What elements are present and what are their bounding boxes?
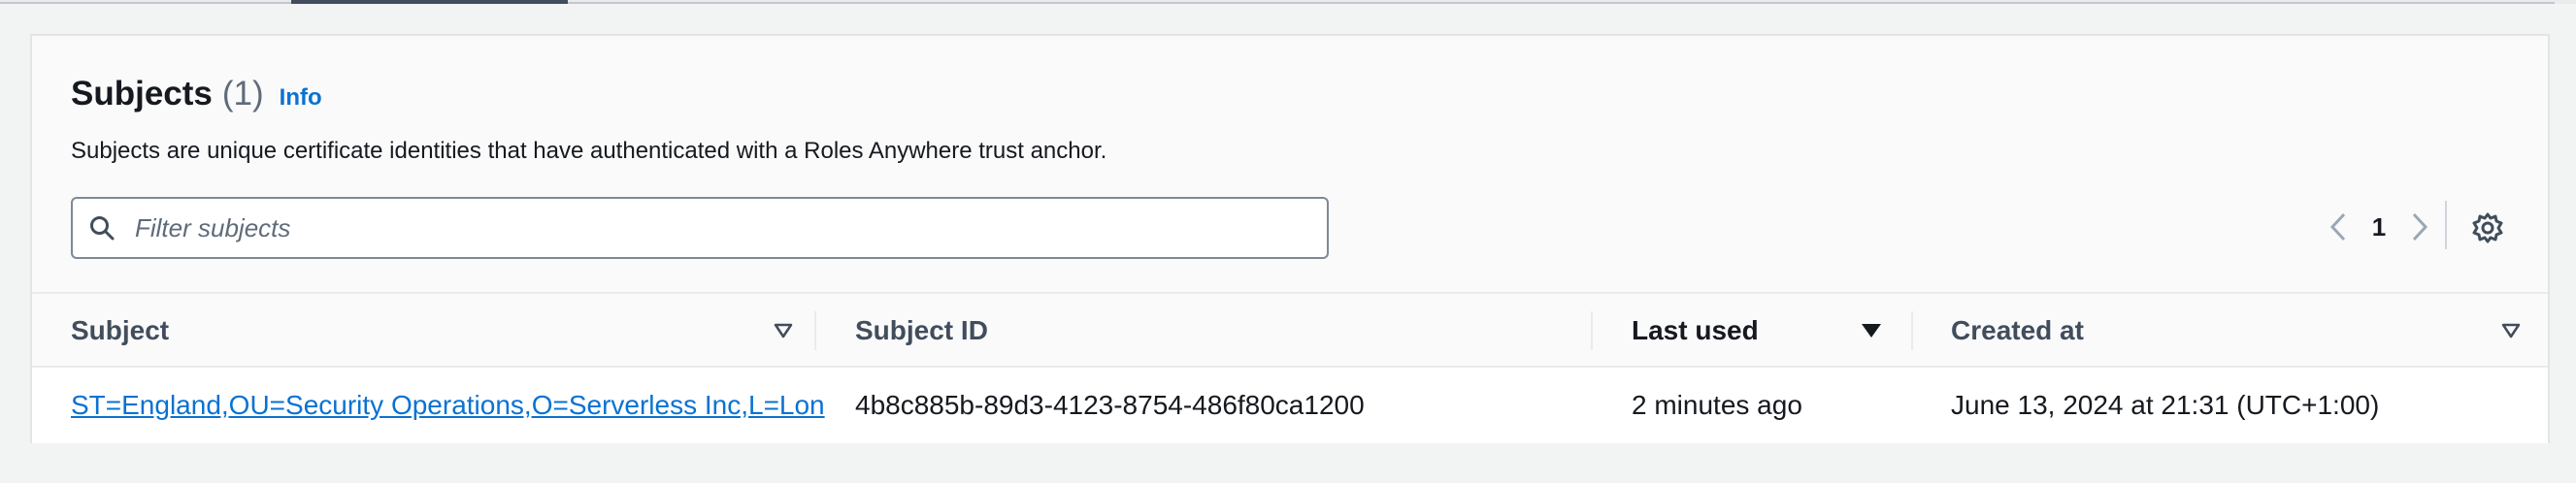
caret-down-outline-icon[interactable] [2501,294,2521,368]
column-resizer[interactable] [814,311,816,350]
toolbar-divider [2445,201,2447,249]
active-tab-indicator [291,0,568,4]
cell-subject-id: 4b8c885b-89d3-4123-8754-486f80ca1200 [855,390,1365,420]
filter-field[interactable] [71,197,1329,259]
chevron-right-icon[interactable] [2400,208,2439,246]
info-link[interactable]: Info [280,84,322,112]
search-icon [88,213,117,242]
table-row: ST=England,OU=Security Operations,O=Serv… [32,368,2548,443]
cell-created-at: June 13, 2024 at 21:31 (UTC+1:00) [1951,390,2380,420]
subjects-panel: Subjects (1) Info Subjects are unique ce… [30,34,2550,443]
item-count: (1) [221,75,264,113]
chevron-left-icon[interactable] [2319,208,2358,246]
column-resizer[interactable] [1911,311,1913,350]
panel-description: Subjects are unique certificate identiti… [71,138,1107,164]
subjects-table: Subject Subject ID Last used Created at … [32,292,2548,443]
column-header-subject[interactable]: Subject [71,294,169,368]
caret-down-filled-icon[interactable] [1861,294,1882,368]
pagination: 1 [2319,208,2439,246]
subject-link[interactable]: ST=England,OU=Security Operations,O=Serv… [71,390,825,421]
current-page[interactable]: 1 [2358,212,2400,242]
column-header-created-at[interactable]: Created at [1951,294,2084,368]
gear-icon[interactable] [2468,209,2507,247]
cell-last-used: 2 minutes ago [1632,390,1802,420]
column-header-subject-id[interactable]: Subject ID [855,294,988,368]
table-header: Subject Subject ID Last used Created at [32,292,2548,368]
column-resizer[interactable] [1591,311,1593,350]
column-header-last-used[interactable]: Last used [1632,294,1759,368]
filter-subjects-input[interactable] [133,211,1253,244]
top-tab-strip [0,0,2576,4]
panel-title: Subjects [71,75,213,113]
panel-header: Subjects (1) Info [71,75,322,113]
caret-down-outline-icon[interactable] [774,294,793,368]
cell-subject: ST=England,OU=Security Operations,O=Serv… [71,368,847,443]
